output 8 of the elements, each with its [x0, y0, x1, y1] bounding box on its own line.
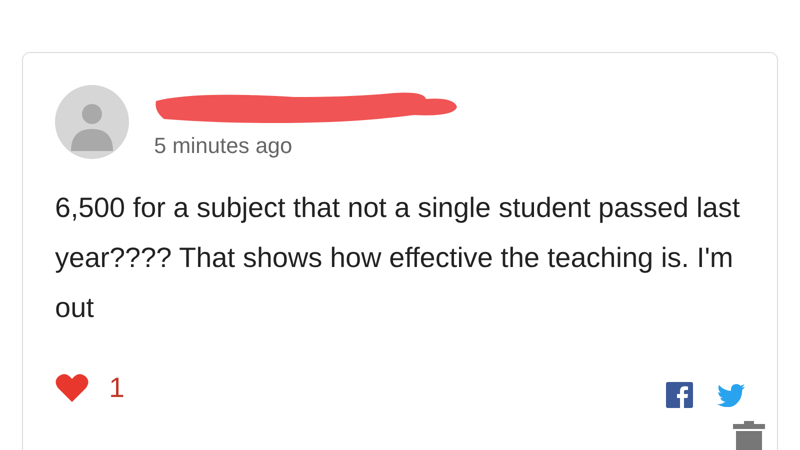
- timestamp: 5 minutes ago: [154, 133, 294, 159]
- like-count: 1: [109, 371, 125, 405]
- avatar-icon: [55, 85, 129, 159]
- comment-text: 6,500 for a subject that not a single student passed last year???? That shows how effective the teaching is. I'm out: [55, 191, 741, 325]
- heart-icon[interactable]: [55, 373, 89, 403]
- facebook-icon[interactable]: [666, 382, 693, 408]
- twitter-icon[interactable]: [717, 384, 745, 406]
- trash-icon[interactable]: [733, 421, 765, 450]
